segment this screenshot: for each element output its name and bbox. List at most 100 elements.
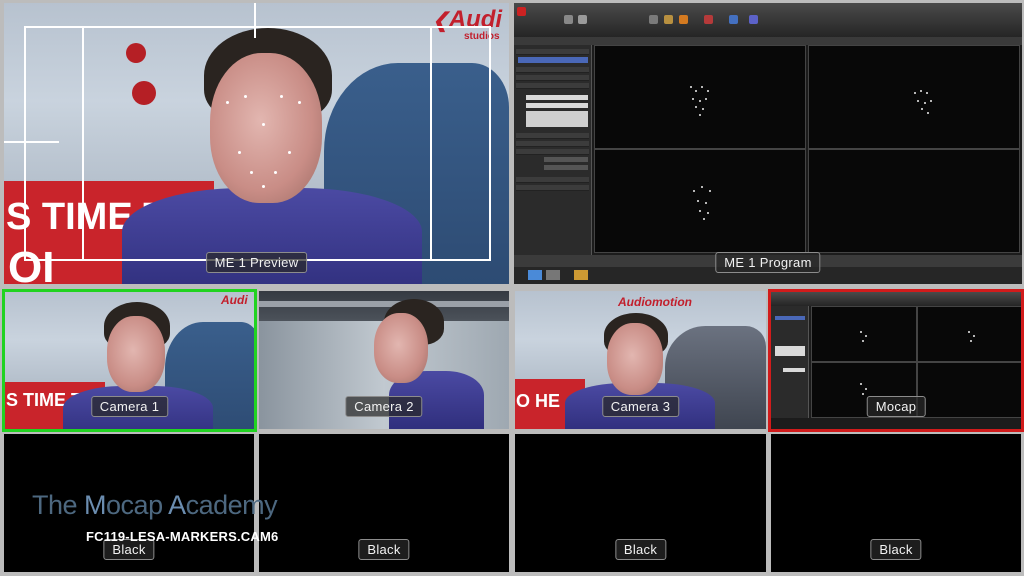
- performer-face: [107, 316, 165, 392]
- black-2-label: Black: [358, 539, 410, 560]
- mocap-marker: [702, 108, 704, 110]
- panel-field: [526, 95, 588, 100]
- logo-mark-icon: ❮: [432, 10, 449, 32]
- face-marker: [250, 171, 253, 174]
- face-marker: [244, 95, 247, 98]
- mocap-marker: [703, 218, 705, 220]
- lighting-truss: [259, 301, 509, 307]
- camera-2-window[interactable]: Camera 2: [259, 291, 509, 429]
- mocap-marker: [699, 100, 701, 102]
- viewport-top-right[interactable]: [808, 45, 1020, 149]
- mocap-marker: [968, 331, 970, 333]
- camera-3-window[interactable]: Audiomotion O HE Camera 3: [515, 291, 766, 429]
- mocap-marker: [917, 100, 919, 102]
- mocap-marker: [970, 340, 972, 342]
- splatter-mark: [126, 43, 146, 63]
- panel-row: [516, 141, 589, 147]
- mocap-marker: [862, 393, 864, 395]
- panel-row: [516, 49, 589, 55]
- panel-field: [783, 368, 805, 372]
- software-toolbar: [771, 292, 1021, 306]
- panel-field: [544, 165, 588, 170]
- mocap-marker: [920, 90, 922, 92]
- face-marker: [226, 101, 229, 104]
- mocap-marker: [709, 190, 711, 192]
- black-3-label: Black: [614, 539, 667, 560]
- brand-part: cademy: [185, 490, 278, 520]
- app-icon: [517, 7, 526, 16]
- mocap-marker: [705, 202, 707, 204]
- panel-field: [518, 57, 588, 63]
- face-marker: [280, 95, 283, 98]
- viewport-bottom-left[interactable]: [594, 149, 806, 253]
- taskbar-icon: [528, 270, 542, 280]
- panel-row: [516, 185, 589, 191]
- black-2-window[interactable]: Black: [259, 434, 509, 572]
- logo-text: Audi: [448, 6, 503, 33]
- program-window[interactable]: ME 1 Program: [514, 3, 1022, 284]
- viewport-top-left[interactable]: [811, 306, 917, 362]
- camera-1-window[interactable]: S TIME T Audi Camera 1: [2, 289, 257, 432]
- program-label: ME 1 Program: [715, 252, 821, 273]
- viewport-top-right[interactable]: [917, 306, 1021, 362]
- face-marker: [262, 185, 265, 188]
- mocap-marker: [699, 210, 701, 212]
- software-side-panel: [771, 306, 809, 418]
- mocap-marker: [865, 388, 867, 390]
- panel-field: [775, 316, 805, 320]
- mocap-marker: [914, 92, 916, 94]
- preview-label: ME 1 Preview: [205, 252, 308, 273]
- audio-studios-logo: ❮Audi: [432, 6, 502, 34]
- face-marker: [238, 151, 241, 154]
- panel-row: [516, 75, 589, 81]
- face-marker: [274, 171, 277, 174]
- tool-icon: [704, 15, 713, 24]
- center-cross: [4, 141, 59, 143]
- tool-icon: [679, 15, 688, 24]
- mocap-marker: [862, 340, 864, 342]
- mocap-marker: [699, 114, 701, 116]
- panel-field: [526, 103, 588, 108]
- mocap-marker: [973, 335, 975, 337]
- logo-subtext: studios: [464, 31, 500, 42]
- panel-row: [516, 149, 589, 155]
- mocap-marker: [930, 100, 932, 102]
- mocap-marker: [707, 90, 709, 92]
- preview-window[interactable]: S TIME T OI ❮Audi studios ME 1 Preview: [4, 3, 509, 284]
- black-4-window[interactable]: Black: [771, 434, 1021, 572]
- title-safe-guide: [82, 26, 84, 261]
- academy-brand: The Mocap Academy: [32, 490, 278, 521]
- viewport-top-left[interactable]: [594, 45, 806, 149]
- panel-row: [516, 83, 589, 89]
- viewport-bottom-right[interactable]: [917, 362, 1021, 418]
- poster-text-line2: OI: [8, 243, 55, 284]
- viewport-bottom-right[interactable]: [808, 149, 1020, 253]
- camera-2-label: Camera 2: [345, 396, 423, 417]
- camera-1-label: Camera 1: [90, 396, 169, 417]
- safe-area-guide: [24, 26, 491, 28]
- software-side-panel: [514, 45, 592, 255]
- multiviewer: S TIME T OI ❮Audi studios ME 1 Preview M…: [0, 0, 1024, 576]
- mocap-marker: [860, 331, 862, 333]
- mocap-window[interactable]: Mocap: [768, 289, 1024, 432]
- clip-name: FC119-LESA-MARKERS.CAM6: [86, 529, 279, 544]
- software-subbar: [514, 37, 1022, 45]
- safe-area-guide: [489, 26, 491, 261]
- mocap-marker: [695, 90, 697, 92]
- audio-studios-logo: Audi: [221, 293, 248, 307]
- poster-text-small: O HE: [516, 391, 561, 411]
- panel-row: [516, 133, 589, 139]
- panel-row: [516, 67, 589, 73]
- panel-row: [516, 177, 589, 183]
- mocap-marker: [690, 86, 692, 88]
- mocap-marker: [926, 92, 928, 94]
- performer-face: [374, 313, 428, 383]
- mocap-marker: [695, 106, 697, 108]
- mocap-marker: [692, 98, 694, 100]
- black-3-window[interactable]: Black: [515, 434, 766, 572]
- logo-text: Audi: [221, 293, 248, 307]
- mocap-marker: [921, 108, 923, 110]
- record-icon: [564, 15, 573, 24]
- performer-face: [607, 323, 663, 395]
- tool-icon: [649, 15, 658, 24]
